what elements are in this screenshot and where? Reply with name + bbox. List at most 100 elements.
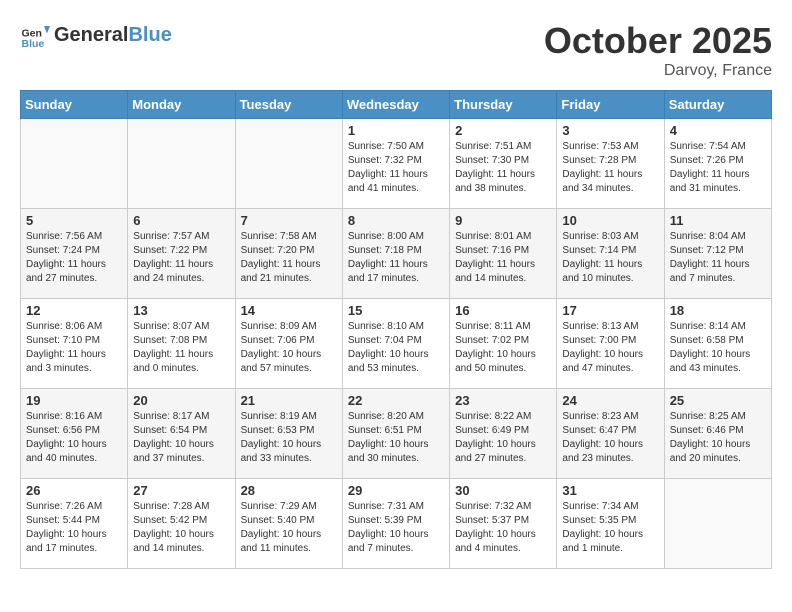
calendar-cell — [21, 119, 128, 209]
logo-general: General — [54, 24, 128, 46]
weekday-header-monday: Monday — [128, 91, 235, 119]
day-info: Sunrise: 7:29 AM Sunset: 5:40 PM Dayligh… — [241, 500, 337, 556]
day-info: Sunrise: 8:07 AM Sunset: 7:08 PM Dayligh… — [133, 320, 229, 376]
day-info: Sunrise: 8:20 AM Sunset: 6:51 PM Dayligh… — [348, 410, 444, 466]
day-number: 30 — [455, 483, 551, 498]
logo-icon: Gen Blue — [20, 20, 50, 50]
day-number: 24 — [562, 393, 658, 408]
weekday-header-row: SundayMondayTuesdayWednesdayThursdayFrid… — [21, 91, 772, 119]
weekday-header-thursday: Thursday — [450, 91, 557, 119]
day-info: Sunrise: 8:04 AM Sunset: 7:12 PM Dayligh… — [670, 230, 766, 286]
calendar-week-4: 19 Sunrise: 8:16 AM Sunset: 6:56 PM Dayli… — [21, 389, 772, 479]
calendar-week-1: 1Sunrise: 7:50 AM Sunset: 7:32 PM Daylig… — [21, 119, 772, 209]
day-info: Sunrise: 8:00 AM Sunset: 7:18 PM Dayligh… — [348, 230, 444, 286]
day-info: Sunrise: 8:10 AM Sunset: 7:04 PM Dayligh… — [348, 320, 444, 376]
day-number: 16 — [455, 303, 551, 318]
calendar-cell: 9 Sunrise: 8:01 AM Sunset: 7:16 PM Daylig… — [450, 209, 557, 299]
day-info: Sunrise: 8:13 AM Sunset: 7:00 PM Dayligh… — [562, 320, 658, 376]
day-number: 25 — [670, 393, 766, 408]
calendar-cell: 3Sunrise: 7:53 AM Sunset: 7:28 PM Daylig… — [557, 119, 664, 209]
calendar-cell: 27Sunrise: 7:28 AM Sunset: 5:42 PM Dayli… — [128, 479, 235, 569]
day-info: Sunrise: 8:09 AM Sunset: 7:06 PM Dayligh… — [241, 320, 337, 376]
day-info: Sunrise: 8:19 AM Sunset: 6:53 PM Dayligh… — [241, 410, 337, 466]
weekday-header-tuesday: Tuesday — [235, 91, 342, 119]
calendar-cell: 6 Sunrise: 7:57 AM Sunset: 7:22 PM Daylig… — [128, 209, 235, 299]
day-number: 6 — [133, 213, 229, 228]
day-info: Sunrise: 7:26 AM Sunset: 5:44 PM Dayligh… — [26, 500, 122, 556]
day-number: 31 — [562, 483, 658, 498]
day-number: 20 — [133, 393, 229, 408]
day-number: 18 — [670, 303, 766, 318]
day-info: Sunrise: 8:14 AM Sunset: 6:58 PM Dayligh… — [670, 320, 766, 376]
day-number: 27 — [133, 483, 229, 498]
calendar-cell: 11 Sunrise: 8:04 AM Sunset: 7:12 PM Dayli… — [664, 209, 771, 299]
day-info: Sunrise: 7:34 AM Sunset: 5:35 PM Dayligh… — [562, 500, 658, 556]
day-number: 19 — [26, 393, 122, 408]
day-number: 9 — [455, 213, 551, 228]
day-info: Sunrise: 7:51 AM Sunset: 7:30 PM Dayligh… — [455, 140, 551, 196]
day-number: 10 — [562, 213, 658, 228]
logo-blue: Blue — [128, 24, 171, 46]
location-subtitle: Darvoy, France — [544, 62, 772, 80]
calendar-cell: 21 Sunrise: 8:19 AM Sunset: 6:53 PM Dayli… — [235, 389, 342, 479]
weekday-header-wednesday: Wednesday — [342, 91, 449, 119]
calendar-cell: 13 Sunrise: 8:07 AM Sunset: 7:08 PM Dayli… — [128, 299, 235, 389]
calendar-cell — [664, 479, 771, 569]
calendar-cell: 23Sunrise: 8:22 AM Sunset: 6:49 PM Dayli… — [450, 389, 557, 479]
day-number: 29 — [348, 483, 444, 498]
day-number: 14 — [241, 303, 337, 318]
calendar-cell: 31 Sunrise: 7:34 AM Sunset: 5:35 PM Dayli… — [557, 479, 664, 569]
day-number: 3 — [562, 123, 658, 138]
day-number: 21 — [241, 393, 337, 408]
day-info: Sunrise: 7:32 AM Sunset: 5:37 PM Dayligh… — [455, 500, 551, 556]
day-number: 13 — [133, 303, 229, 318]
calendar-cell: 10 Sunrise: 8:03 AM Sunset: 7:14 PM Dayli… — [557, 209, 664, 299]
calendar-cell: 29 Sunrise: 7:31 AM Sunset: 5:39 PM Dayli… — [342, 479, 449, 569]
calendar-cell: 25 Sunrise: 8:25 AM Sunset: 6:46 PM Dayli… — [664, 389, 771, 479]
day-info: Sunrise: 8:11 AM Sunset: 7:02 PM Dayligh… — [455, 320, 551, 376]
month-title: October 2025 — [544, 20, 772, 62]
day-info: Sunrise: 8:03 AM Sunset: 7:14 PM Dayligh… — [562, 230, 658, 286]
calendar-cell: 4Sunrise: 7:54 AM Sunset: 7:26 PM Daylig… — [664, 119, 771, 209]
day-info: Sunrise: 8:16 AM Sunset: 6:56 PM Dayligh… — [26, 410, 122, 466]
calendar-cell: 17 Sunrise: 8:13 AM Sunset: 7:00 PM Dayli… — [557, 299, 664, 389]
calendar-week-2: 5Sunrise: 7:56 AM Sunset: 7:24 PM Daylig… — [21, 209, 772, 299]
calendar-cell: 16 Sunrise: 8:11 AM Sunset: 7:02 PM Dayli… — [450, 299, 557, 389]
day-info: Sunrise: 7:31 AM Sunset: 5:39 PM Dayligh… — [348, 500, 444, 556]
day-number: 26 — [26, 483, 122, 498]
day-number: 15 — [348, 303, 444, 318]
calendar-cell: 22Sunrise: 8:20 AM Sunset: 6:51 PM Dayli… — [342, 389, 449, 479]
day-number: 12 — [26, 303, 122, 318]
day-info: Sunrise: 7:54 AM Sunset: 7:26 PM Dayligh… — [670, 140, 766, 196]
day-number: 8 — [348, 213, 444, 228]
calendar-cell: 19 Sunrise: 8:16 AM Sunset: 6:56 PM Dayli… — [21, 389, 128, 479]
day-info: Sunrise: 8:17 AM Sunset: 6:54 PM Dayligh… — [133, 410, 229, 466]
day-info: Sunrise: 8:01 AM Sunset: 7:16 PM Dayligh… — [455, 230, 551, 286]
day-info: Sunrise: 7:57 AM Sunset: 7:22 PM Dayligh… — [133, 230, 229, 286]
day-number: 17 — [562, 303, 658, 318]
calendar-cell — [128, 119, 235, 209]
day-number: 11 — [670, 213, 766, 228]
page-header: Gen Blue GeneralBlue October 2025 Darvoy… — [20, 20, 772, 80]
day-number: 2 — [455, 123, 551, 138]
calendar-cell — [235, 119, 342, 209]
calendar-cell: 20 Sunrise: 8:17 AM Sunset: 6:54 PM Dayli… — [128, 389, 235, 479]
day-number: 5 — [26, 213, 122, 228]
weekday-header-friday: Friday — [557, 91, 664, 119]
svg-text:Blue: Blue — [22, 38, 45, 50]
day-info: Sunrise: 8:25 AM Sunset: 6:46 PM Dayligh… — [670, 410, 766, 466]
calendar-cell: 28Sunrise: 7:29 AM Sunset: 5:40 PM Dayli… — [235, 479, 342, 569]
logo: Gen Blue GeneralBlue — [20, 20, 172, 50]
day-info: Sunrise: 7:58 AM Sunset: 7:20 PM Dayligh… — [241, 230, 337, 286]
calendar-cell: 8 Sunrise: 8:00 AM Sunset: 7:18 PM Daylig… — [342, 209, 449, 299]
calendar-body: 1Sunrise: 7:50 AM Sunset: 7:32 PM Daylig… — [21, 119, 772, 569]
calendar-week-5: 26 Sunrise: 7:26 AM Sunset: 5:44 PM Dayli… — [21, 479, 772, 569]
calendar-week-3: 12Sunrise: 8:06 AM Sunset: 7:10 PM Dayli… — [21, 299, 772, 389]
weekday-header-sunday: Sunday — [21, 91, 128, 119]
calendar-cell: 15 Sunrise: 8:10 AM Sunset: 7:04 PM Dayli… — [342, 299, 449, 389]
calendar-cell: 7Sunrise: 7:58 AM Sunset: 7:20 PM Daylig… — [235, 209, 342, 299]
calendar-cell: 18 Sunrise: 8:14 AM Sunset: 6:58 PM Dayli… — [664, 299, 771, 389]
calendar-cell: 30 Sunrise: 7:32 AM Sunset: 5:37 PM Dayli… — [450, 479, 557, 569]
calendar-cell: 1Sunrise: 7:50 AM Sunset: 7:32 PM Daylig… — [342, 119, 449, 209]
calendar-table: SundayMondayTuesdayWednesdayThursdayFrid… — [20, 90, 772, 569]
